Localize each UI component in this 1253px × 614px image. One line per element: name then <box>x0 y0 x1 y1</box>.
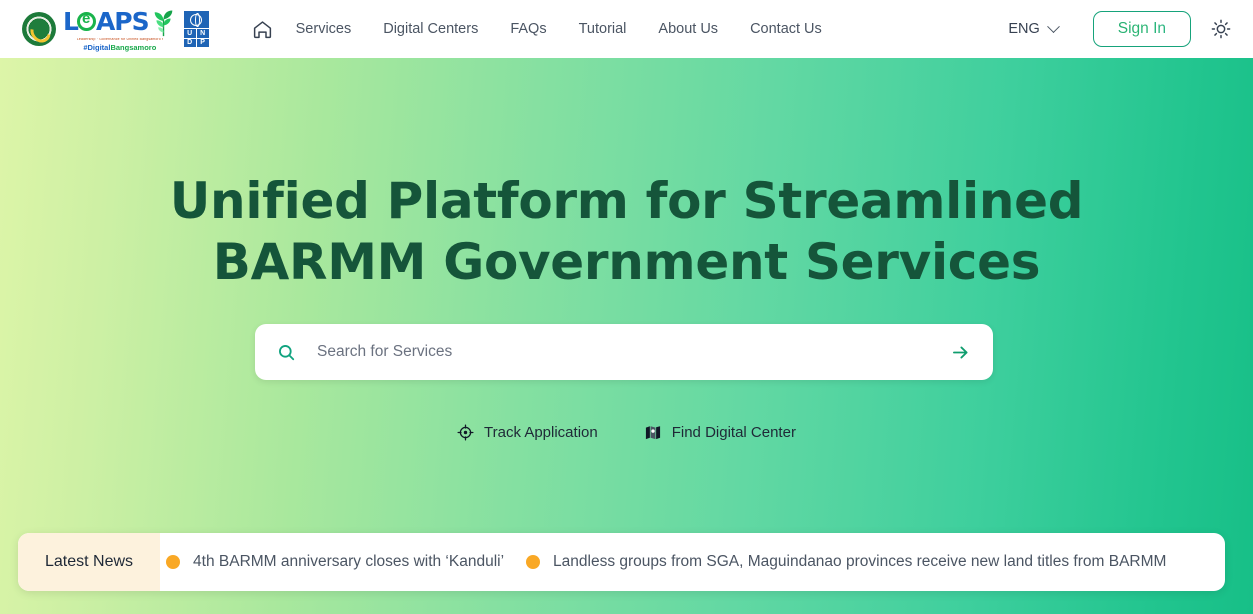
home-icon <box>252 19 273 40</box>
sprout-leaf-icon <box>150 7 177 37</box>
leaps-letters-aps: APS <box>96 9 149 34</box>
undp-letter-u: U <box>184 29 196 38</box>
latest-news-ticker: Latest News 4th BARMM anniversary closes… <box>18 533 1225 591</box>
undp-letter-p: P <box>197 39 209 48</box>
language-selector-value: ENG <box>1008 21 1039 37</box>
arrow-right-icon <box>950 342 971 363</box>
hero-quick-links: Track Application Find Digital Center <box>0 424 1253 441</box>
nav-home-button[interactable] <box>246 12 280 46</box>
leaps-wordmark: L APS Leadership · Governance for Unifie… <box>63 7 177 52</box>
theme-toggle-button[interactable] <box>1207 15 1235 43</box>
undp-globe-icon <box>184 11 209 28</box>
chevron-down-icon <box>1047 20 1060 33</box>
latest-news-label: Latest News <box>18 533 160 591</box>
brand-logo-group[interactable]: L APS Leadership · Governance for Unifie… <box>22 7 209 52</box>
undp-logo: U N D P <box>184 11 209 47</box>
news-items-track: 4th BARMM anniversary closes with ‘Kandu… <box>160 533 1225 591</box>
nav-item-digital-centers[interactable]: Digital Centers <box>367 13 494 45</box>
track-application-label: Track Application <box>484 424 598 441</box>
news-item-text: 4th BARMM anniversary closes with ‘Kandu… <box>193 553 504 571</box>
search-submit-button[interactable] <box>945 337 975 367</box>
leaps-letter-l: L <box>63 9 78 34</box>
hero-section: Unified Platform for Streamlined BARMM G… <box>0 58 1253 614</box>
news-item[interactable]: Landless groups from SGA, Maguindanao pr… <box>526 553 1188 571</box>
main-navigation: Services Digital Centers FAQs Tutorial A… <box>246 12 838 46</box>
sun-icon <box>1210 18 1232 40</box>
undp-letter-n: N <box>197 29 209 38</box>
hashtag-suffix: Bangsamoro <box>110 43 156 52</box>
leaps-tagline: Leadership · Governance for Unified Bang… <box>77 38 163 41</box>
sign-in-button[interactable]: Sign In <box>1093 11 1191 47</box>
landing-page: L APS Leadership · Governance for Unifie… <box>0 0 1253 614</box>
language-selector[interactable]: ENG <box>1000 15 1065 43</box>
nav-item-about-us[interactable]: About Us <box>642 13 734 45</box>
leaps-letter-e <box>77 12 96 31</box>
header-actions: ENG Sign In <box>1000 11 1235 47</box>
search-input[interactable] <box>317 343 945 361</box>
nav-item-contact-us[interactable]: Contact Us <box>734 13 838 45</box>
news-item[interactable]: 4th BARMM anniversary closes with ‘Kandu… <box>166 553 526 571</box>
hero-title-line-2: BARMM Government Services <box>0 232 1253 293</box>
service-search-bar[interactable] <box>255 324 993 380</box>
news-item-text: Landless groups from SGA, Maguindanao pr… <box>553 553 1166 571</box>
map-location-icon <box>644 424 662 441</box>
site-header: L APS Leadership · Governance for Unifie… <box>0 0 1253 58</box>
track-application-link[interactable]: Track Application <box>457 424 598 441</box>
nav-item-faqs[interactable]: FAQs <box>494 13 562 45</box>
nav-item-tutorial[interactable]: Tutorial <box>563 13 643 45</box>
crosshair-target-icon <box>457 424 474 441</box>
undp-letter-d: D <box>184 39 196 48</box>
barmm-seal-icon <box>22 12 56 46</box>
nav-item-services[interactable]: Services <box>280 13 368 45</box>
hashtag-prefix: #Digital <box>83 43 110 52</box>
search-icon <box>277 343 296 362</box>
find-digital-center-link[interactable]: Find Digital Center <box>644 424 796 441</box>
digital-bangsamoro-hashtag: #DigitalBangsamoro <box>83 44 156 52</box>
find-digital-center-label: Find Digital Center <box>672 424 796 441</box>
hero-title-line-1: Unified Platform for Streamlined <box>0 171 1253 232</box>
news-bullet-icon <box>166 555 180 569</box>
news-bullet-icon <box>526 555 540 569</box>
page-title: Unified Platform for Streamlined BARMM G… <box>0 171 1253 293</box>
